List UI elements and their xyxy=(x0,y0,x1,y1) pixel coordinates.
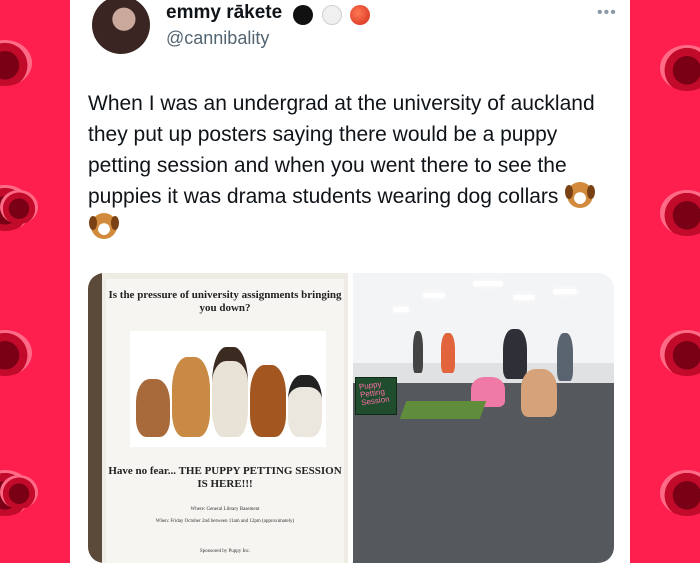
poster: Is the pressure of university assignment… xyxy=(106,279,344,563)
sign-text: Puppy Petting Session xyxy=(358,379,391,408)
puppies-picture xyxy=(130,331,326,447)
person xyxy=(521,369,557,417)
poster-sponsor: Sponsored by Puppy Inc. xyxy=(199,549,251,554)
person xyxy=(557,333,573,381)
puppy xyxy=(288,375,322,437)
tweet-text: When I was an undergrad at the universit… xyxy=(88,88,608,243)
puppy xyxy=(250,365,286,437)
decorative-left-strip xyxy=(0,0,70,563)
tweet-header: emmy rākete @cannibality ••• xyxy=(88,0,628,60)
tweet-body: When I was an undergrad at the universit… xyxy=(88,92,595,208)
mouth-decoration xyxy=(660,330,700,376)
poster-question: Is the pressure of university assignment… xyxy=(108,289,342,314)
mouth-decoration xyxy=(660,470,700,516)
puppy xyxy=(136,379,170,437)
ceiling-light xyxy=(393,307,409,312)
avatar[interactable] xyxy=(92,0,150,54)
poster-when: When: Friday October 2nd between 11am an… xyxy=(155,519,295,524)
decorative-right-strip xyxy=(630,0,700,563)
black-circle-icon xyxy=(293,4,314,25)
user-handle[interactable]: @cannibality xyxy=(166,28,269,49)
tweet-card: emmy rākete @cannibality ••• When I was … xyxy=(70,0,630,563)
display-name[interactable]: emmy rākete xyxy=(166,2,373,26)
person xyxy=(441,333,455,373)
mouth-decoration xyxy=(0,330,32,376)
display-name-text[interactable]: emmy rākete xyxy=(166,2,282,23)
poster-headline: Have no fear... THE PUPPY PETTING SESSIO… xyxy=(108,465,342,490)
person xyxy=(413,331,423,373)
grass-mat xyxy=(399,401,487,419)
tweet-media[interactable]: Is the pressure of university assignment… xyxy=(88,273,614,563)
poster-photo[interactable]: Is the pressure of university assignment… xyxy=(88,273,348,563)
mouth-decoration xyxy=(0,475,38,509)
mouth-decoration xyxy=(0,40,32,86)
poster-where: Where: General Library Basement xyxy=(190,507,260,512)
white-circle-icon xyxy=(321,4,342,25)
tomato-icon xyxy=(350,4,371,25)
more-options-icon[interactable]: ••• xyxy=(597,4,617,22)
name-badges xyxy=(293,4,373,26)
mouth-decoration xyxy=(660,190,700,236)
dog-face-icon xyxy=(565,182,596,208)
person xyxy=(503,329,527,379)
ceiling-light xyxy=(553,289,577,294)
puppy-sign: Puppy Petting Session xyxy=(355,377,397,415)
event-photo[interactable]: Puppy Petting Session xyxy=(353,273,614,563)
ceiling-light xyxy=(473,281,503,286)
mouth-decoration xyxy=(0,190,38,224)
mouth-decoration xyxy=(660,45,700,91)
puppy xyxy=(212,347,248,437)
ceiling-light xyxy=(423,293,445,298)
dog-face-icon xyxy=(89,213,119,239)
ceiling-light xyxy=(513,295,535,300)
puppy xyxy=(172,357,210,437)
